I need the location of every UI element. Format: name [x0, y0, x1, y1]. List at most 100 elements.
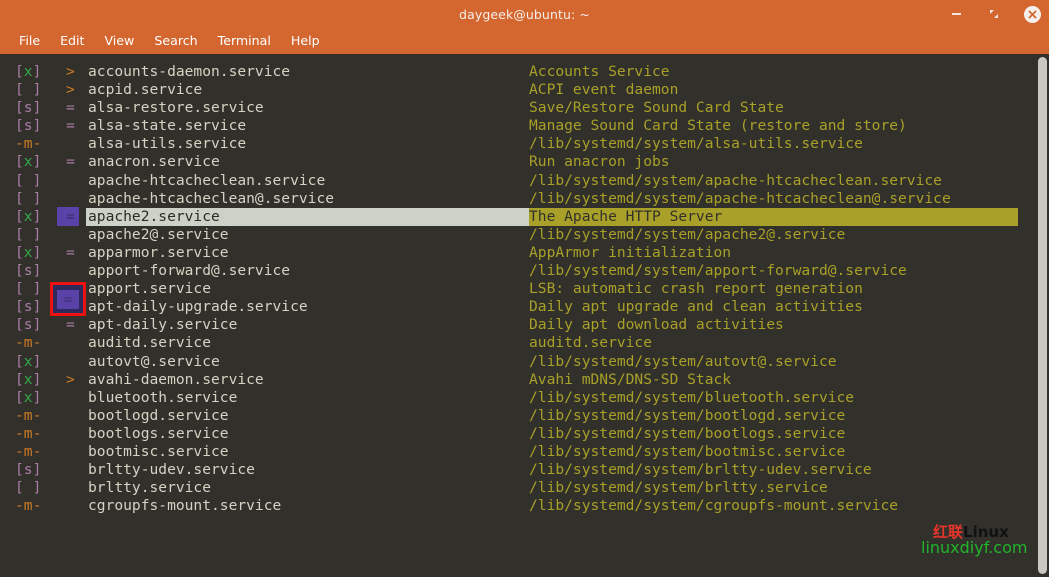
- service-list[interactable]: [x]>accounts-daemon.serviceAccounts Serv…: [0, 63, 1028, 515]
- menu-item-search[interactable]: Search: [144, 30, 207, 52]
- service-description: Save/Restore Sound Card State: [529, 99, 784, 117]
- service-state[interactable]: [s]: [15, 117, 41, 135]
- service-state[interactable]: -m-: [15, 334, 41, 352]
- service-state[interactable]: -m-: [15, 443, 41, 461]
- service-name[interactable]: cgroupfs-mount.service: [88, 497, 281, 515]
- service-name[interactable]: alsa-state.service: [88, 117, 246, 135]
- service-name[interactable]: apache2@.service: [88, 226, 229, 244]
- service-state[interactable]: [ ]: [15, 226, 41, 244]
- service-name[interactable]: bootlogs.service: [88, 425, 229, 443]
- service-name[interactable]: alsa-utils.service: [88, 135, 246, 153]
- service-name[interactable]: autovt@.service: [88, 353, 220, 371]
- maximize-button[interactable]: [986, 6, 1002, 22]
- service-row[interactable]: [ ] apache2@.service/lib/systemd/system/a…: [0, 226, 1028, 244]
- service-name[interactable]: apt-daily.service: [88, 316, 237, 334]
- service-row[interactable]: [x]>avahi-daemon.serviceAvahi mDNS/DNS-S…: [0, 371, 1028, 389]
- service-name[interactable]: apache2.service: [88, 208, 220, 226]
- menu-item-view[interactable]: View: [94, 30, 144, 52]
- service-row[interactable]: [ ]apache-htcacheclean.service/lib/syste…: [0, 172, 1028, 190]
- maximize-icon: [990, 10, 998, 18]
- service-row[interactable]: -m-alsa-utils.service/lib/systemd/system…: [0, 135, 1028, 153]
- service-name[interactable]: apparmor.service: [88, 244, 229, 262]
- service-description: /lib/systemd/system/bootlogs.service: [529, 425, 845, 443]
- service-state[interactable]: [ ]: [15, 81, 41, 99]
- service-state[interactable]: [ ]: [15, 172, 41, 190]
- service-state[interactable]: [x]: [15, 63, 41, 81]
- terminal-body[interactable]: [x]>accounts-daemon.serviceAccounts Serv…: [0, 54, 1049, 577]
- menu-item-terminal[interactable]: Terminal: [208, 30, 281, 52]
- service-row[interactable]: [s]apport-forward@.service/lib/systemd/s…: [0, 262, 1028, 280]
- service-name[interactable]: apache-htcacheclean@.service: [88, 190, 334, 208]
- service-name[interactable]: apport.service: [88, 280, 211, 298]
- scrollbar-thumb[interactable]: [1038, 57, 1047, 574]
- service-row[interactable]: [s]brltty-udev.service/lib/systemd/syste…: [0, 461, 1028, 479]
- service-name[interactable]: brltty-udev.service: [88, 461, 255, 479]
- service-state[interactable]: -m-: [15, 407, 41, 425]
- service-state[interactable]: [x]: [15, 389, 41, 407]
- service-description: /lib/systemd/system/apache-htcacheclean@…: [529, 190, 951, 208]
- service-state[interactable]: [ ]: [15, 190, 41, 208]
- service-description: /lib/systemd/system/alsa-utils.service: [529, 135, 863, 153]
- service-row[interactable]: [ ] apache-htcacheclean@.service/lib/syst…: [0, 190, 1028, 208]
- service-state[interactable]: [ ]: [15, 479, 41, 497]
- service-row[interactable]: [s]=apt-daily-upgrade.serviceDaily apt u…: [0, 298, 1028, 316]
- service-row[interactable]: -m-cgroupfs-mount.service/lib/systemd/sy…: [0, 497, 1028, 515]
- scrollbar[interactable]: [1035, 54, 1049, 577]
- service-name[interactable]: alsa-restore.service: [88, 99, 264, 117]
- service-row[interactable]: -m-bootmisc.service/lib/systemd/system/b…: [0, 443, 1028, 461]
- service-row[interactable]: [ ]brltty.service/lib/systemd/system/brl…: [0, 479, 1028, 497]
- service-name[interactable]: bootmisc.service: [88, 443, 229, 461]
- service-row[interactable]: [x]=anacron.serviceRun anacron jobs: [0, 153, 1028, 171]
- service-state[interactable]: [s]: [15, 461, 41, 479]
- service-state[interactable]: [x]: [15, 244, 41, 262]
- service-name[interactable]: avahi-daemon.service: [88, 371, 264, 389]
- service-row[interactable]: [x]=apparmor.serviceAppArmor initializat…: [0, 244, 1028, 262]
- service-state[interactable]: [s]: [15, 262, 41, 280]
- service-marker: =: [66, 316, 75, 334]
- service-description: /lib/systemd/system/apache2@.service: [529, 226, 845, 244]
- minimize-button[interactable]: [948, 6, 964, 22]
- service-row[interactable]: [ ]>acpid.serviceACPI event daemon: [0, 81, 1028, 99]
- service-state[interactable]: [ ]: [15, 280, 41, 298]
- service-state[interactable]: -m-: [15, 135, 41, 153]
- service-marker: =: [66, 99, 75, 117]
- service-state[interactable]: -m-: [15, 425, 41, 443]
- service-row[interactable]: [x]=apache2.serviceThe Apache HTTP Serve…: [0, 208, 1028, 226]
- service-name[interactable]: accounts-daemon.service: [88, 63, 290, 81]
- service-row[interactable]: [x] autovt@.service/lib/systemd/system/au…: [0, 353, 1028, 371]
- service-state[interactable]: [s]: [15, 298, 41, 316]
- service-name[interactable]: bootlogd.service: [88, 407, 229, 425]
- service-state[interactable]: [x]: [15, 371, 41, 389]
- menu-bar: File Edit View Search Terminal Help: [0, 28, 1049, 54]
- service-name[interactable]: apport-forward@.service: [88, 262, 290, 280]
- service-state[interactable]: [x]: [15, 153, 41, 171]
- service-state[interactable]: -m-: [15, 497, 41, 515]
- service-description: /lib/systemd/system/bootlogd.service: [529, 407, 845, 425]
- service-description: /lib/systemd/system/autovt@.service: [529, 353, 837, 371]
- service-name[interactable]: brltty.service: [88, 479, 211, 497]
- menu-item-help[interactable]: Help: [281, 30, 330, 52]
- service-row[interactable]: -m-bootlogs.service/lib/systemd/system/b…: [0, 425, 1028, 443]
- service-row[interactable]: [ ]=apport.serviceLSB: automatic crash r…: [0, 280, 1028, 298]
- service-row[interactable]: [s]=alsa-state.serviceManage Sound Card …: [0, 117, 1028, 135]
- service-state[interactable]: [x]: [15, 208, 41, 226]
- service-row[interactable]: [s] = alsa-restore.service Save/Restore Sou…: [0, 99, 1028, 117]
- service-name[interactable]: bluetooth.service: [88, 389, 237, 407]
- menu-item-edit[interactable]: Edit: [50, 30, 94, 52]
- service-state[interactable]: [s]: [15, 316, 41, 334]
- close-button[interactable]: [1024, 6, 1041, 23]
- service-state[interactable]: [x]: [15, 353, 41, 371]
- service-name[interactable]: apache-htcacheclean.service: [88, 172, 325, 190]
- service-marker: =: [66, 117, 75, 135]
- service-name[interactable]: acpid.service: [88, 81, 202, 99]
- service-row[interactable]: [s]=apt-daily.serviceDaily apt download …: [0, 316, 1028, 334]
- service-state[interactable]: [s]: [15, 99, 41, 117]
- service-name[interactable]: auditd.service: [88, 334, 211, 352]
- service-row[interactable]: [x]>accounts-daemon.serviceAccounts Serv…: [0, 63, 1028, 81]
- service-row[interactable]: -m-auditd.serviceauditd.service: [0, 334, 1028, 352]
- service-row[interactable]: [x]bluetooth.service/lib/systemd/system/…: [0, 389, 1028, 407]
- service-name[interactable]: apt-daily-upgrade.service: [88, 298, 308, 316]
- menu-item-file[interactable]: File: [9, 30, 50, 52]
- service-name[interactable]: anacron.service: [88, 153, 220, 171]
- service-row[interactable]: -m-bootlogd.service/lib/systemd/system/b…: [0, 407, 1028, 425]
